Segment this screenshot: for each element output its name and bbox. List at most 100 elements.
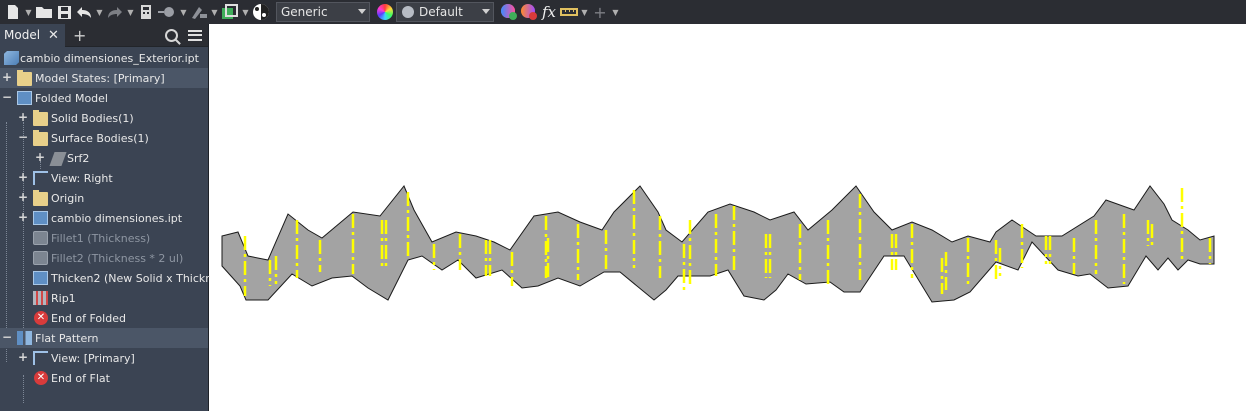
select-dropdown-arrow[interactable]: ▼: [179, 2, 188, 22]
list-item-label: View: Right: [51, 171, 113, 185]
return-dropdown-arrow[interactable]: ▼: [241, 2, 250, 22]
new-file-icon[interactable]: [4, 2, 22, 22]
list-item[interactable]: + Srf2: [0, 148, 208, 168]
list-item-label: Fillet2 (Thickness * 2 ul): [51, 251, 184, 265]
save-icon[interactable]: [55, 2, 73, 22]
expand-icon[interactable]: +: [35, 151, 45, 163]
list-item[interactable]: Rip1: [0, 288, 208, 308]
list-item[interactable]: cambio dimensiones_Exterior.ipt: [0, 48, 208, 68]
list-item[interactable]: ✕ End of Folded: [0, 308, 208, 328]
list-item[interactable]: Fillet1 (Thickness): [0, 228, 208, 248]
list-item[interactable]: + Solid Bodies(1): [0, 108, 208, 128]
folder-icon: [33, 110, 48, 126]
tab-model[interactable]: Model ✕: [0, 23, 65, 47]
list-item-label: End of Folded: [51, 311, 126, 325]
end-of-part-icon: ✕: [34, 371, 48, 385]
parameters-fx-icon[interactable]: fx: [540, 2, 558, 22]
end-of-part-icon: ✕: [34, 311, 48, 325]
list-item[interactable]: + cambio dimensiones.ipt: [0, 208, 208, 228]
redo-dropdown-arrow[interactable]: ▼: [126, 2, 135, 22]
flat-pattern-icon: [17, 331, 32, 345]
list-item-label: Flat Pattern: [35, 331, 99, 345]
expand-icon[interactable]: +: [18, 211, 28, 223]
open-folder-icon[interactable]: [35, 2, 53, 22]
surface-icon: [49, 152, 67, 166]
list-item-label: Solid Bodies(1): [51, 111, 134, 125]
list-item[interactable]: ✕ End of Flat: [0, 368, 208, 388]
graphics-window[interactable]: [210, 24, 1246, 411]
collapse-icon[interactable]: −: [2, 91, 12, 103]
undo-dropdown-arrow[interactable]: ▼: [95, 2, 104, 22]
undo-icon[interactable]: [75, 2, 93, 22]
list-item[interactable]: Fillet2 (Thickness * 2 ul): [0, 248, 208, 268]
sketch-dropdown-arrow[interactable]: ▼: [210, 2, 219, 22]
list-item[interactable]: Thicken2 (New Solid x Thickness): [0, 268, 235, 288]
list-item-label: Srf2: [67, 151, 90, 165]
flat-pattern-view[interactable]: [210, 24, 1246, 411]
list-item[interactable]: + View: Right: [0, 168, 208, 188]
list-item-label: Fillet1 (Thickness): [51, 231, 151, 245]
material-select[interactable]: Generic: [276, 2, 370, 22]
quick-access-toolbar: ▼ ▼ ▼ ▼ ▼ ▼ Generic Default fx ▼ + ▼: [0, 0, 1246, 24]
list-item[interactable]: − Surface Bodies(1): [0, 128, 208, 148]
customize-toolbar-arrow[interactable]: ▼: [611, 2, 620, 22]
list-item-label: Model States: [Primary]: [35, 71, 165, 85]
expand-icon[interactable]: +: [18, 191, 28, 203]
select-priority-icon[interactable]: [157, 2, 177, 22]
list-item-label: View: [Primary]: [51, 351, 135, 365]
appearance-select[interactable]: Default: [396, 2, 494, 22]
update-icon[interactable]: [137, 2, 155, 22]
menu-icon[interactable]: [188, 29, 202, 41]
return-icon[interactable]: [221, 2, 239, 22]
sketch-tool-icon[interactable]: [190, 2, 208, 22]
model-browser: Model ✕ + cambio dimensiones_Exterior.ip…: [0, 23, 235, 411]
redo-icon[interactable]: [106, 2, 124, 22]
expand-icon[interactable]: +: [2, 71, 12, 83]
search-icon[interactable]: [165, 28, 178, 42]
measure-dropdown-arrow[interactable]: ▼: [580, 2, 589, 22]
list-item-label: Surface Bodies(1): [51, 131, 149, 145]
flat-pattern-outline[interactable]: [221, 185, 1215, 303]
collapse-icon[interactable]: −: [2, 331, 12, 343]
add-tab-icon[interactable]: +: [73, 26, 86, 45]
fillet-icon: [33, 251, 48, 265]
appearance-select-value: Default: [419, 5, 463, 19]
measure-icon[interactable]: [560, 2, 578, 22]
expand-icon[interactable]: +: [18, 111, 28, 123]
chevron-down-icon: [358, 9, 366, 14]
tab-model-label: Model: [4, 28, 41, 42]
list-item[interactable]: − Flat Pattern: [0, 328, 208, 348]
new-dropdown-arrow[interactable]: ▼: [24, 2, 33, 22]
list-item[interactable]: + Origin: [0, 188, 208, 208]
list-item[interactable]: + Model States: [Primary]: [0, 68, 208, 88]
folded-model-icon: [17, 91, 32, 105]
view-icon: [33, 171, 48, 185]
expand-icon[interactable]: +: [18, 351, 28, 363]
list-item-label: cambio dimensiones.ipt: [51, 211, 183, 225]
part-icon: [4, 51, 19, 65]
list-item-label: Origin: [51, 191, 85, 205]
list-item-label: Folded Model: [35, 91, 108, 105]
expand-icon[interactable]: +: [18, 171, 28, 183]
list-item[interactable]: − Folded Model: [0, 88, 208, 108]
add-icon[interactable]: +: [591, 2, 609, 22]
list-item[interactable]: + View: [Primary]: [0, 348, 208, 368]
browser-header: Model ✕ +: [0, 23, 208, 47]
list-item-label: cambio dimensiones_Exterior.ipt: [20, 51, 199, 65]
derived-part-icon: [33, 211, 48, 225]
color-wheel-icon[interactable]: [376, 2, 394, 22]
appearance-swatch-icon: [402, 6, 414, 18]
fillet-icon: [33, 231, 48, 245]
chevron-down-icon: [482, 9, 490, 14]
appearance-ball-icon[interactable]: [252, 2, 270, 22]
material-select-value: Generic: [281, 5, 328, 19]
close-icon[interactable]: ✕: [48, 28, 59, 43]
folder-icon: [17, 70, 32, 86]
folder-icon: [33, 190, 48, 206]
rip-icon: [33, 291, 48, 305]
adjust-appearance-icon[interactable]: [500, 2, 518, 22]
collapse-icon[interactable]: −: [18, 131, 28, 143]
list-item-label: Thicken2 (New Solid x Thickness): [51, 271, 235, 285]
folder-icon: [33, 130, 48, 146]
clear-appearance-icon[interactable]: [520, 2, 538, 22]
